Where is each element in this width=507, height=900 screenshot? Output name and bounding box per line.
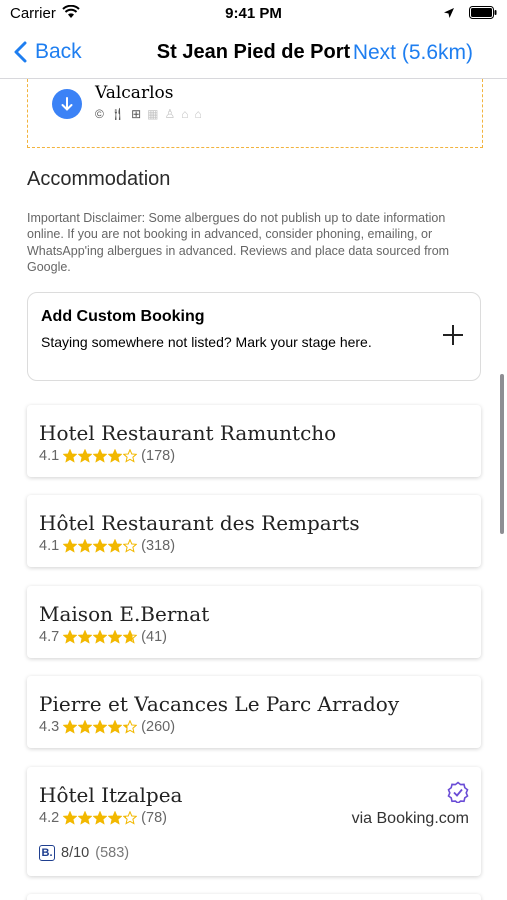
rating-value: 4.7 xyxy=(39,629,60,645)
disclaimer-text: Important Disclaimer: Some albergues do … xyxy=(27,211,450,274)
fork-knife-icon: 🍴︎ xyxy=(109,107,126,121)
next-stage-card[interactable]: Valcarlos © 🍴︎ ⊞ ▦ ♙ ⌂ ⌂ xyxy=(27,79,483,148)
hotel-name: Pierre et Vacances Le Parc Arradoy xyxy=(39,692,400,716)
star-icon xyxy=(93,630,108,644)
star-icon xyxy=(123,720,138,734)
star-icon xyxy=(123,539,138,553)
booking-source: via Booking.com xyxy=(351,810,469,827)
cart-icon: ⊞ xyxy=(131,107,142,121)
booking-score-value: 8/10 xyxy=(61,845,90,861)
rating-value: 4.2 xyxy=(39,810,60,826)
star-icon xyxy=(78,811,93,825)
custom-booking-subtitle: Staying somewhere not listed? Mark your … xyxy=(41,334,372,350)
rating-stars xyxy=(63,720,138,734)
booking-review-count: (583) xyxy=(95,845,130,861)
rating-stars xyxy=(63,630,138,644)
star-icon xyxy=(63,720,78,734)
rating-stars xyxy=(63,811,138,825)
review-count: (318) xyxy=(141,538,176,554)
next-stage-button[interactable]: Next (5.6km) xyxy=(353,41,473,65)
star-icon xyxy=(63,449,78,463)
star-icon xyxy=(63,539,78,553)
location-arrow-icon xyxy=(443,6,455,24)
rating-stars xyxy=(63,539,138,553)
church-icon: ⌂ xyxy=(181,107,189,121)
review-count: (78) xyxy=(141,810,167,826)
rating-value: 4.1 xyxy=(39,448,60,464)
star-icon xyxy=(108,630,123,644)
star-icon xyxy=(78,539,93,553)
hotel-rating: 4.3 (260) xyxy=(39,719,175,735)
review-count: (41) xyxy=(141,629,167,645)
hotel-card[interactable]: Maison E.Bernat 4.7 (41) xyxy=(27,586,481,658)
rating-value: 4.1 xyxy=(39,538,60,554)
arrow-down-icon xyxy=(52,89,82,119)
scrollbar[interactable] xyxy=(500,374,504,534)
booking-logo-icon: B. xyxy=(39,845,55,861)
verified-badge-icon xyxy=(447,781,469,803)
status-time: 9:41 PM xyxy=(225,5,282,22)
add-custom-booking-card[interactable]: Add Custom Booking Staying somewhere not… xyxy=(27,292,481,381)
star-icon xyxy=(63,630,78,644)
stage-name: Valcarlos xyxy=(95,83,174,103)
star-icon xyxy=(93,539,108,553)
navigation-bar: Back St Jean Pied de Port Next (5.6km) xyxy=(0,28,507,79)
rating-value: 4.3 xyxy=(39,719,60,735)
accommodation-heading: Accommodation xyxy=(27,168,171,190)
review-count: (178) xyxy=(141,448,176,464)
house-icon: ⌂ xyxy=(194,107,202,121)
euro-icon: © xyxy=(95,107,104,121)
rating-stars xyxy=(63,449,138,463)
star-icon xyxy=(63,811,78,825)
star-icon xyxy=(123,449,138,463)
battery-icon xyxy=(469,6,497,24)
hotel-card[interactable] xyxy=(27,894,481,900)
star-icon xyxy=(108,811,123,825)
review-count: (260) xyxy=(141,719,176,735)
hotel-card[interactable]: Hôtel Itzalpea 4.2 (78) via Booking.com … xyxy=(27,767,481,876)
hotel-card[interactable]: Pierre et Vacances Le Parc Arradoy 4.3 (… xyxy=(27,676,481,748)
star-icon xyxy=(93,449,108,463)
star-icon xyxy=(78,720,93,734)
star-icon xyxy=(93,720,108,734)
plus-icon[interactable] xyxy=(442,324,464,346)
bottle-icon: ♙ xyxy=(164,107,176,121)
hotel-name: Hotel Restaurant Ramuntcho xyxy=(39,421,337,445)
custom-booking-title: Add Custom Booking xyxy=(41,308,205,325)
hotel-name: Maison E.Bernat xyxy=(39,602,210,626)
star-icon xyxy=(123,630,138,644)
stage-amenities: © 🍴︎ ⊞ ▦ ♙ ⌂ ⌂ xyxy=(95,107,202,121)
star-icon xyxy=(93,811,108,825)
hotel-name: Hôtel Itzalpea xyxy=(39,783,183,807)
hotel-rating: 4.2 (78) xyxy=(39,810,167,826)
booking-score: B. 8/10 (583) xyxy=(39,845,129,861)
star-icon xyxy=(108,539,123,553)
star-icon xyxy=(78,630,93,644)
hotel-card[interactable]: Hotel Restaurant Ramuntcho 4.1 (178) xyxy=(27,405,481,477)
hotel-rating: 4.7 (41) xyxy=(39,629,167,645)
scroll-content[interactable]: Valcarlos © 🍴︎ ⊞ ▦ ♙ ⌂ ⌂ Accommodation I… xyxy=(0,79,507,900)
building-icon: ▦ xyxy=(147,107,159,121)
hotel-name: Hôtel Restaurant des Remparts xyxy=(39,511,360,535)
star-icon xyxy=(108,720,123,734)
hotel-card[interactable]: Hôtel Restaurant des Remparts 4.1 (318) xyxy=(27,495,481,567)
star-icon xyxy=(123,811,138,825)
star-icon xyxy=(108,449,123,463)
hotel-rating: 4.1 (318) xyxy=(39,538,175,554)
hotel-rating: 4.1 (178) xyxy=(39,448,175,464)
star-icon xyxy=(78,449,93,463)
status-bar: Carrier 9:41 PM xyxy=(0,0,507,28)
